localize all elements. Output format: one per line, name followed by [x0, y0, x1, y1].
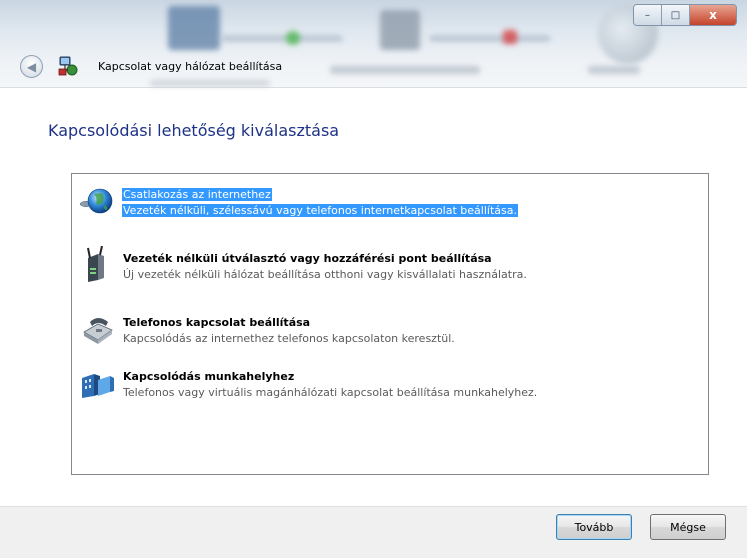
- blurred-label: [588, 66, 640, 74]
- button-bar: [0, 506, 747, 558]
- blurred-network-graphic: [380, 10, 420, 50]
- cancel-button[interactable]: Mégse: [650, 514, 726, 540]
- minimize-button[interactable]: –: [634, 5, 662, 25]
- option-dialup[interactable]: Telefonos kapcsolat beállítása Kapcsolód…: [74, 308, 708, 354]
- globe-icon: [78, 182, 116, 220]
- option-description: Új vezeték nélküli hálózat beállítása ot…: [123, 268, 527, 281]
- wizard-window: – □ x ◀ Kapcsolat vagy hálózat beállítás…: [0, 0, 747, 558]
- option-title: Vezeték nélküli útválasztó vagy hozzáfér…: [123, 252, 492, 265]
- connection-options-list: Csatlakozás az internethez Vezeték nélkü…: [71, 173, 709, 475]
- caption-buttons: – □ x: [633, 4, 737, 26]
- option-title: Telefonos kapcsolat beállítása: [123, 316, 311, 329]
- option-description: Vezeték nélküli, szélessávú vagy telefon…: [122, 204, 518, 217]
- maximize-button[interactable]: □: [662, 5, 690, 25]
- wireless-router-icon: [78, 245, 116, 284]
- dialup-phone-icon: [78, 310, 116, 348]
- option-description: Kapcsolódás az internethez telefonos kap…: [123, 332, 455, 345]
- next-button[interactable]: Tovább: [556, 514, 632, 540]
- blurred-computer-graphic: [168, 6, 220, 50]
- option-title: Kapcsolódás munkahelyhez: [123, 370, 295, 383]
- network-wizard-icon: [57, 55, 79, 77]
- blurred-status-dot-red: [503, 30, 517, 44]
- page-heading: Kapcsolódási lehetőség kiválasztása: [48, 121, 340, 140]
- window-title: Kapcsolat vagy hálózat beállítása: [98, 60, 283, 73]
- back-button[interactable]: ◀: [20, 55, 43, 78]
- option-description: Telefonos vagy virtuális magánhálózati k…: [123, 386, 538, 399]
- blurred-label: [330, 66, 480, 74]
- option-workplace[interactable]: Kapcsolódás munkahelyhez Telefonos vagy …: [74, 362, 708, 408]
- blurred-connection-line: [222, 36, 342, 41]
- title-bar: – □ x ◀ Kapcsolat vagy hálózat beállítás…: [0, 0, 747, 88]
- blurred-label: [150, 80, 270, 86]
- option-connect-internet[interactable]: Csatlakozás az internethez Vezeték nélkü…: [74, 180, 708, 226]
- option-wireless-router[interactable]: Vezeték nélküli útválasztó vagy hozzáfér…: [74, 244, 708, 290]
- option-title: Csatlakozás az internethez: [122, 188, 272, 201]
- blurred-connection-line: [430, 36, 550, 41]
- back-arrow-icon: ◀: [26, 59, 37, 74]
- close-button[interactable]: x: [690, 5, 736, 25]
- workplace-network-icon: [78, 364, 116, 402]
- blurred-status-dot-green: [286, 31, 300, 45]
